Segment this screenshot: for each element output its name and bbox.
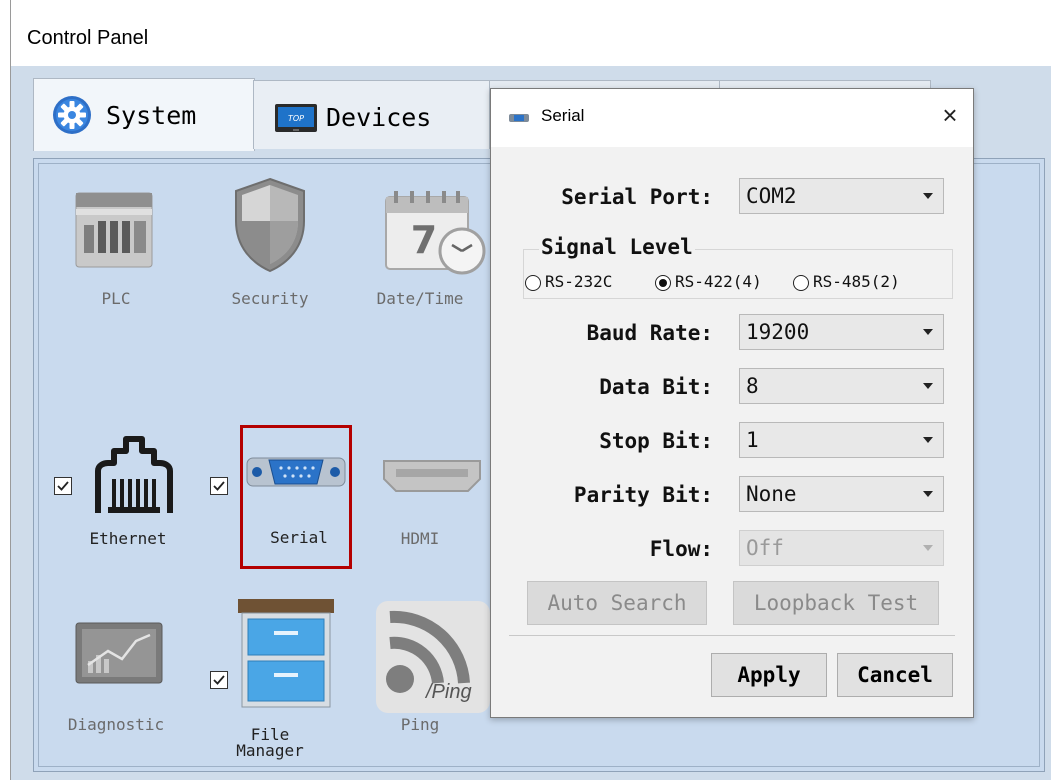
ethernet-item[interactable]: Ethernet (78, 421, 218, 551)
loopback-test-button[interactable]: Loopback Test (733, 581, 939, 625)
flow-label: Flow: (649, 537, 713, 561)
data-bit-select[interactable]: 8 (739, 368, 944, 404)
diagnostic-item[interactable]: Diagnostic (46, 597, 186, 737)
radio-rs485[interactable] (793, 275, 809, 291)
radio-rs232c-label: RS-232C (545, 272, 613, 291)
signal-level-label: Signal Level (539, 235, 695, 259)
dialog-divider (509, 635, 955, 636)
serial-port-label: Serial Port: (561, 185, 713, 209)
top-device-icon: TOP (275, 104, 317, 132)
data-bit-label: Data Bit: (599, 375, 713, 399)
radio-rs422[interactable] (655, 275, 671, 291)
chevron-down-icon (923, 383, 933, 389)
tab-system-label: System (106, 101, 197, 130)
serial-port-select[interactable]: COM2 (739, 178, 944, 214)
tab-devices-label: Devices (326, 103, 432, 132)
serial-port-value: COM2 (746, 184, 797, 208)
dialog-titlebar: Serial × (491, 89, 973, 147)
chevron-down-icon (923, 545, 933, 551)
chevron-down-icon (923, 193, 933, 199)
auto-search-button[interactable]: Auto Search (527, 581, 707, 625)
check-icon (213, 481, 225, 491)
chevron-down-icon (923, 329, 933, 335)
plc-icon (75, 192, 153, 268)
chevron-down-icon (923, 491, 933, 497)
radio-rs485-label: RS-485(2) (813, 272, 900, 291)
stop-bit-value: 1 (746, 428, 759, 452)
radio-rs422-label: RS-422(4) (675, 272, 762, 291)
flow-value: Off (746, 536, 784, 560)
shield-icon (235, 177, 305, 273)
parity-bit-value: None (746, 482, 797, 506)
data-bit-value: 8 (746, 374, 759, 398)
cancel-button[interactable]: Cancel (837, 653, 953, 697)
hdmi-label: HDMI (400, 529, 440, 548)
ethernet-port-icon (95, 436, 173, 513)
file-manager-label-line2: Manager (236, 741, 304, 760)
flow-select[interactable]: Off (739, 530, 944, 566)
baud-rate-label: Baud Rate: (586, 321, 713, 345)
hdmi-item[interactable]: HDMI (350, 421, 490, 551)
plc-label: PLC (101, 289, 131, 308)
parity-bit-select[interactable]: None (739, 476, 944, 512)
apply-button[interactable]: Apply (711, 653, 827, 697)
parity-bit-label: Parity Bit: (573, 483, 713, 507)
diagnostic-chart-icon (75, 622, 163, 684)
serial-port-icon (246, 457, 346, 487)
file-cabinet-icon (238, 599, 334, 708)
tab-system[interactable]: System (33, 78, 255, 151)
ethernet-label: Ethernet (89, 529, 167, 548)
window-titlebar: Control Panel (11, 0, 1051, 66)
datetime-item[interactable]: 7 Date/Time (350, 171, 490, 311)
chevron-down-icon (923, 437, 933, 443)
gear-icon (53, 96, 91, 134)
ping-icon-bg: /Ping (376, 601, 490, 713)
serial-port-small-icon (509, 114, 529, 122)
hdmi-port-icon (383, 460, 481, 492)
security-item[interactable]: Security (200, 171, 340, 311)
plc-item[interactable]: PLC (46, 171, 186, 311)
check-icon (57, 481, 69, 491)
serial-checkbox[interactable] (210, 477, 228, 495)
ping-icon-text: /Ping (426, 681, 472, 703)
tab-devices[interactable]: TOP Devices (253, 80, 491, 149)
radio-rs232c[interactable] (525, 275, 541, 291)
serial-label: Serial (270, 528, 328, 547)
ping-label: Ping (400, 715, 440, 734)
ethernet-checkbox[interactable] (54, 477, 72, 495)
serial-item[interactable]: Serial (240, 425, 352, 569)
stop-bit-label: Stop Bit: (599, 429, 713, 453)
svg-text:TOP: TOP (288, 114, 304, 123)
window-title: Control Panel (27, 27, 149, 49)
dialog-title: Serial (541, 106, 585, 125)
datetime-label: Date/Time (376, 289, 464, 308)
serial-dialog: Serial × Serial Port: COM2 Signal Level … (490, 88, 974, 718)
stop-bit-select[interactable]: 1 (739, 422, 944, 458)
baud-rate-value: 19200 (746, 320, 810, 344)
svg-text:7: 7 (411, 218, 437, 262)
calendar-clock-icon: 7 (385, 191, 486, 275)
diagnostic-label: Diagnostic (67, 715, 165, 734)
baud-rate-select[interactable]: 19200 (739, 314, 944, 350)
security-label: Security (231, 289, 309, 308)
ping-item[interactable]: /Ping Ping (350, 597, 490, 737)
close-icon[interactable]: × (935, 99, 965, 131)
file-manager-item[interactable]: File Manager (200, 587, 340, 760)
